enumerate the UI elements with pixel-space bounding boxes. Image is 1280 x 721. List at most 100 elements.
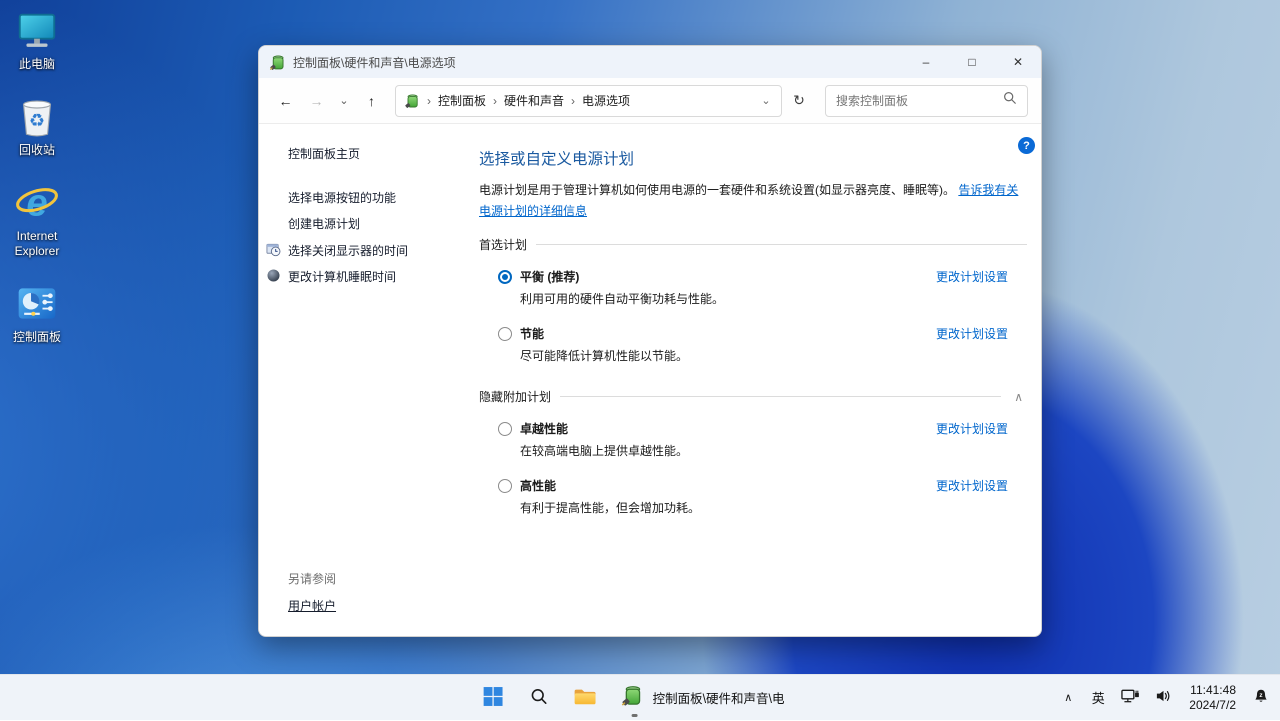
plan-power-saver: 节能 更改计划设置 尽可能降低计算机性能以节能。 [498,325,1027,364]
desktop-icon-control-panel[interactable]: 控制面板 [2,281,72,345]
speaker-icon [1155,688,1172,707]
breadcrumb-power-options[interactable]: 电源选项 [582,92,630,109]
plan-name: 高性能 [520,477,556,494]
back-button[interactable]: ← [272,87,299,115]
chevron-up-icon: ∧ [1064,691,1072,704]
control-panel-icon [14,281,60,327]
section-divider [536,244,1027,245]
file-explorer-button[interactable] [565,678,605,718]
desktop-icon-label: 回收站 [19,143,55,158]
svg-text:e: e [26,181,47,224]
svg-text:♻: ♻ [29,111,45,131]
radio-balanced[interactable] [498,270,512,284]
this-pc-icon [14,8,60,54]
sidebar-item-power-button-function[interactable]: 选择电源按钮的功能 [259,185,479,211]
sidebar-item-label: 选择电源按钮的功能 [288,191,396,205]
navigation-toolbar: ← → ⌄ ↑ › 控制面板 › 硬件和声音 › 电源选项 [259,78,1041,124]
main-pane: 选择或自定义电源计划 电源计划是用于管理计算机如何使用电源的一套硬件和系统设置(… [479,124,1041,637]
sidebar-item-label: 更改计算机睡眠时间 [288,270,396,284]
plan-name: 节能 [520,325,544,342]
maximize-icon: □ [968,55,975,69]
radio-ultimate-performance[interactable] [498,422,512,436]
section-hidden-plans: 隐藏附加计划 ∧ [479,388,1027,405]
page-title: 选择或自定义电源计划 [479,147,1027,169]
sidebar: 控制面板主页 选择电源按钮的功能 创建电源计划 [259,124,479,637]
forward-button[interactable]: → [303,87,330,115]
forward-icon: → [310,93,324,109]
address-bar[interactable]: › 控制面板 › 硬件和声音 › 电源选项 ⌄ [395,85,782,117]
search-box[interactable] [825,85,1028,117]
description-text: 电源计划是用于管理计算机如何使用电源的一套硬件和系统设置(如显示器亮度、睡眠等)… [479,183,955,197]
control-panel-window: 控制面板\硬件和声音\电源选项 – □ ✕ ← → ⌄ ↑ › [258,45,1042,637]
recycle-bin-icon: ♻ [14,94,60,140]
tray-overflow-button[interactable]: ∧ [1056,678,1080,718]
help-icon: ? [1023,140,1030,152]
recent-pages-button[interactable]: ⌄ [334,87,354,115]
network-button[interactable] [1116,678,1145,718]
window-titlebar[interactable]: 控制面板\硬件和声音\电源选项 – □ ✕ [259,46,1041,78]
radio-high-performance[interactable] [498,479,512,493]
up-icon: ↑ [368,93,375,109]
tray-time: 11:41:48 [1190,683,1236,698]
radio-power-saver[interactable] [498,327,512,341]
collapse-section-button[interactable]: ∧ [1010,390,1027,404]
maximize-button[interactable]: □ [949,46,995,78]
desktop-icon-internet-explorer[interactable]: e Internet Explorer [2,180,72,259]
windows-logo-icon [482,686,503,710]
sidebar-item-change-sleep-time[interactable]: 更改计算机睡眠时间 [259,264,479,290]
search-input[interactable] [836,94,1003,108]
sidebar-item-label: 创建电源计划 [288,217,360,231]
help-button[interactable]: ? [1018,137,1035,154]
close-button[interactable]: ✕ [995,46,1041,78]
taskbar: 控制面板\硬件和声音\电 ∧ 英 [0,674,1280,720]
window-title: 控制面板\硬件和声音\电源选项 [293,54,903,71]
desktop-icon-this-pc[interactable]: 此电脑 [2,8,72,72]
sidebar-item-create-power-plan[interactable]: 创建电源计划 [259,211,479,237]
svg-text:z: z [1259,692,1262,699]
minimize-button[interactable]: – [903,46,949,78]
sidebar-item-control-panel-home[interactable]: 控制面板主页 [288,145,479,162]
change-plan-settings-link-ultimate[interactable]: 更改计划设置 [936,420,1008,437]
close-icon: ✕ [1013,55,1023,69]
taskbar-app-label: 控制面板\硬件和声音\电 [653,688,785,707]
taskbar-app-power-options[interactable]: 控制面板\硬件和声音\电 [611,678,795,718]
plan-description: 在较高端电脑上提供卓越性能。 [520,442,1027,459]
start-button[interactable] [473,678,513,718]
refresh-button[interactable]: ↻ [786,87,812,115]
sidebar-task-list: 选择电源按钮的功能 创建电源计划 [259,185,479,291]
sidebar-item-choose-display-off-time[interactable]: 选择关闭显示器的时间 [259,238,479,264]
up-button[interactable]: ↑ [358,87,385,115]
display-clock-icon [266,242,281,257]
notification-bell-button[interactable]: z [1248,678,1274,718]
desktop-icon-recycle-bin[interactable]: ♻ 回收站 [2,94,72,158]
section-preferred-plans: 首选计划 [479,236,1027,253]
plan-description: 利用可用的硬件自动平衡功耗与性能。 [520,290,1027,307]
folder-icon [573,687,596,709]
change-plan-settings-link-high-performance[interactable]: 更改计划设置 [936,477,1008,494]
bell-z-icon: z [1253,688,1269,707]
breadcrumb-control-panel[interactable]: 控制面板 [438,92,486,109]
ime-indicator[interactable]: 英 [1085,678,1111,718]
see-also-header: 另请参阅 [288,570,479,587]
tray-date: 2024/7/2 [1189,698,1236,713]
power-options-icon [404,93,420,109]
breadcrumb-hardware-and-sound[interactable]: 硬件和声音 [504,92,564,109]
chevron-down-icon: ⌄ [339,94,348,107]
search-icon [1003,91,1017,110]
search-icon [529,687,548,709]
change-plan-settings-link-balanced[interactable]: 更改计划设置 [936,268,1008,285]
sleep-icon [266,268,281,283]
plan-name: 卓越性能 [520,420,568,437]
volume-button[interactable] [1150,678,1177,718]
chevron-up-icon: ∧ [1014,390,1023,404]
desktop: 此电脑 ♻ 回收站 e Internet Explorer [0,0,1280,720]
breadcrumb-separator-icon: › [427,94,431,108]
address-dropdown-icon[interactable]: ⌄ [755,94,777,107]
page-description: 电源计划是用于管理计算机如何使用电源的一套硬件和系统设置(如显示器亮度、睡眠等)… [479,180,1027,222]
plan-balanced: 平衡 (推荐) 更改计划设置 利用可用的硬件自动平衡功耗与性能。 [498,268,1027,307]
clock[interactable]: 11:41:48 2024/7/2 [1182,678,1243,718]
taskbar-center: 控制面板\硬件和声音\电 [473,675,795,721]
taskbar-search-button[interactable] [519,678,559,718]
change-plan-settings-link-power-saver[interactable]: 更改计划设置 [936,325,1008,342]
sidebar-item-user-accounts[interactable]: 用户帐户 [288,599,336,613]
